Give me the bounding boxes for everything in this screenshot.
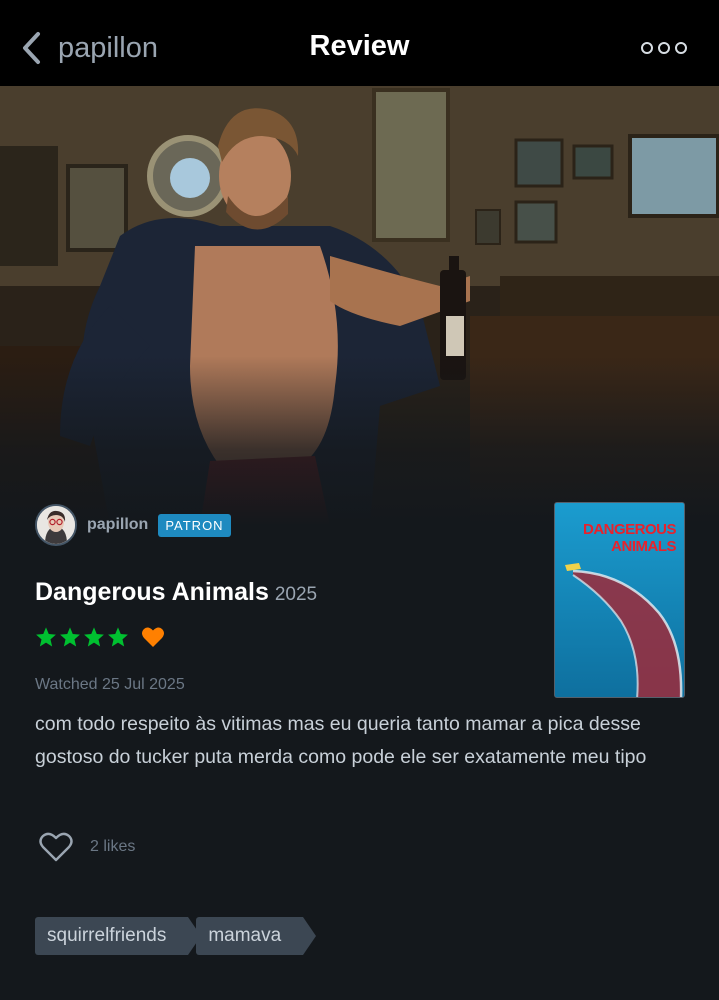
- likes-count[interactable]: 2 likes: [90, 838, 135, 856]
- tag-list: squirrelfriends mamava: [35, 917, 317, 955]
- reviewer-row: papillon PATRON: [35, 503, 231, 547]
- review-text: com todo respeito às vitimas mas eu quer…: [35, 713, 647, 768]
- patron-badge: PATRON: [158, 513, 231, 537]
- star-icon: [84, 627, 104, 647]
- tag-mamava[interactable]: mamava: [196, 917, 317, 955]
- reviewer-username[interactable]: papillon: [87, 516, 148, 534]
- film-poster[interactable]: DANGEROUS ANIMALS: [554, 502, 685, 698]
- star-rating: [35, 626, 165, 648]
- back-button[interactable]: papillon: [20, 28, 158, 68]
- star-icon: [60, 627, 80, 647]
- ellipsis-icon: [641, 42, 653, 54]
- star-icon: [36, 627, 56, 647]
- back-label: papillon: [58, 31, 158, 64]
- avatar-image: [37, 506, 75, 544]
- ellipsis-icon: [658, 42, 670, 54]
- watched-date: Watched 25 Jul 2025: [35, 676, 185, 693]
- ellipsis-icon: [675, 42, 687, 54]
- likes-row: 2 likes: [38, 831, 135, 863]
- poster-title-text: DANGEROUS ANIMALS: [582, 521, 677, 555]
- backdrop-fade: [0, 356, 719, 526]
- top-bar: papillon Review: [0, 0, 719, 86]
- like-heart-icon[interactable]: [38, 831, 74, 863]
- more-options-button[interactable]: [641, 38, 687, 58]
- film-title[interactable]: Dangerous Animals: [35, 578, 269, 607]
- backdrop-image: [0, 86, 719, 526]
- star-icon: [108, 627, 128, 647]
- liked-heart-icon: [142, 627, 164, 647]
- avatar[interactable]: [35, 504, 77, 546]
- chevron-left-icon: [23, 32, 40, 64]
- tag-squirrelfriends[interactable]: squirrelfriends: [35, 917, 202, 955]
- film-year[interactable]: 2025: [275, 584, 317, 606]
- film-title-line: Dangerous Animals 2025: [35, 578, 317, 607]
